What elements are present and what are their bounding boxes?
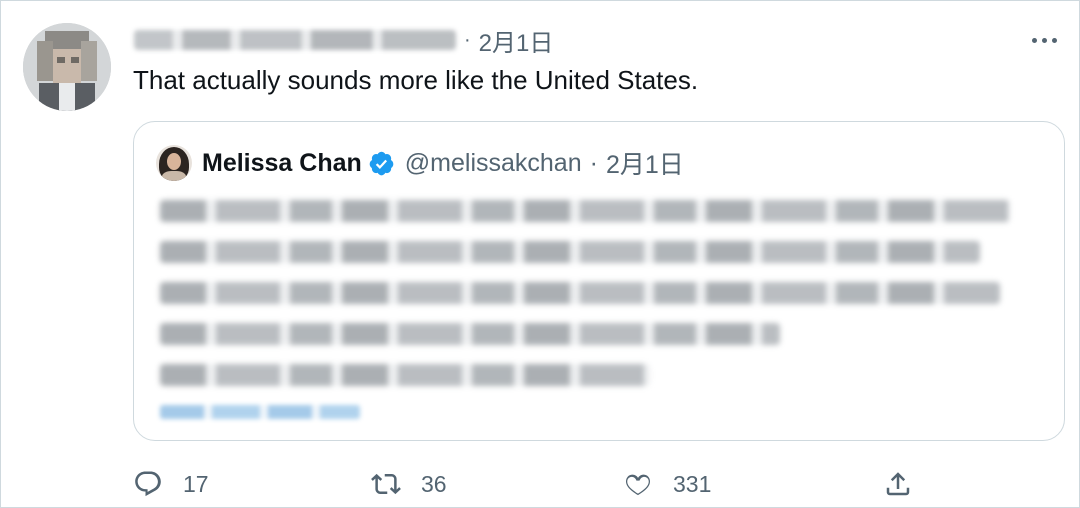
retweet-count: 36	[421, 470, 447, 497]
retweet-button[interactable]: 36	[371, 467, 447, 501]
avatar[interactable]	[23, 23, 111, 111]
blurred-text-line	[160, 241, 980, 263]
tweet-text: That actually sounds more like the Unite…	[133, 65, 699, 95]
verified-icon	[369, 151, 394, 175]
quoted-display-name[interactable]: Melissa Chan	[202, 149, 362, 178]
reply-count: 17	[183, 470, 209, 497]
more-dot	[1031, 37, 1037, 43]
like-icon	[625, 474, 650, 496]
blurred-text-line	[160, 282, 1000, 304]
blurred-text-line	[160, 364, 650, 386]
quoted-date[interactable]: 2月1日	[606, 145, 684, 181]
tweet-header: · 2月1日	[134, 23, 554, 58]
separator: ·	[589, 148, 598, 177]
more-dot	[1051, 37, 1057, 43]
more-icon[interactable]	[1029, 25, 1059, 55]
reply-button[interactable]: 17	[133, 467, 209, 501]
share-icon	[886, 472, 910, 496]
blurred-text-line	[160, 200, 1010, 222]
quoted-handle[interactable]: @melissakchan	[405, 149, 582, 178]
tweet-date[interactable]: 2月1日	[479, 23, 554, 58]
reply-icon	[135, 471, 161, 497]
action-bar: 17 36 331	[133, 467, 933, 501]
quoted-avatar[interactable]	[156, 145, 192, 181]
like-count: 331	[673, 470, 712, 497]
tweet-card: · 2月1日 That actually sounds more like th…	[0, 0, 1080, 508]
quoted-tweet-header: Melissa Chan @melissakchan · 2月1日	[156, 145, 684, 181]
author-name-blurred[interactable]	[134, 30, 456, 50]
quoted-tweet-body-blurred	[160, 200, 1040, 419]
blurred-link[interactable]	[160, 405, 360, 419]
like-button[interactable]: 331	[623, 467, 711, 501]
share-button[interactable]	[883, 467, 913, 501]
retweet-icon	[371, 473, 401, 495]
more-dot	[1041, 37, 1047, 43]
blurred-text-line	[160, 323, 780, 345]
separator: ·	[464, 28, 471, 51]
quoted-tweet[interactable]: Melissa Chan @melissakchan · 2月1日	[133, 121, 1065, 441]
